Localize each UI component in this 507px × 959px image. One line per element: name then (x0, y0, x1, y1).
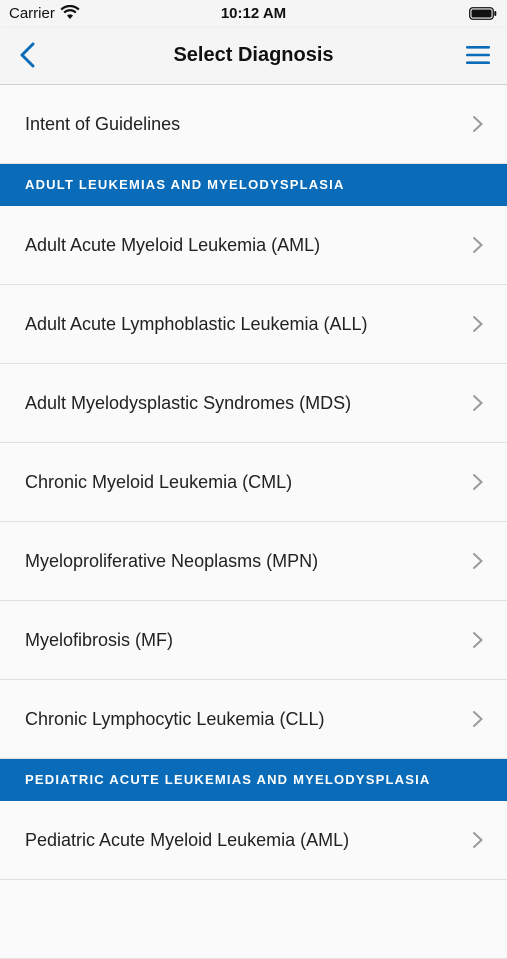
list-item[interactable]: Myelofibrosis (MF) (0, 601, 507, 680)
hamburger-menu-icon[interactable] (465, 43, 491, 67)
chevron-right-icon (473, 116, 483, 132)
chevron-right-icon (473, 711, 483, 727)
list-item-partial[interactable] (0, 880, 507, 959)
chevron-right-icon (473, 553, 483, 569)
list-item-label: Adult Myelodysplastic Syndromes (MDS) (25, 393, 352, 413)
chevron-right-icon (473, 316, 483, 332)
chevron-right-icon (473, 474, 483, 490)
chevron-right-icon (473, 237, 483, 253)
list-item-intent[interactable]: Intent of Guidelines (0, 85, 507, 164)
list-item[interactable]: Chronic Myeloid Leukemia (CML) (0, 443, 507, 522)
list-item[interactable]: Chronic Lymphocytic Leukemia (CLL) (0, 680, 507, 759)
page-title: Select Diagnosis (173, 44, 334, 66)
list-item-label: Myeloproliferative Neoplasms (MPN) (25, 551, 319, 571)
list-item[interactable]: Adult Acute Lymphoblastic Leukemia (ALL) (0, 285, 507, 364)
chevron-right-icon (473, 632, 483, 648)
list-item[interactable]: Adult Myelodysplastic Syndromes (MDS) (0, 364, 507, 443)
status-bar: Carrier 10:12 AM (0, 0, 507, 28)
list-item-label: Myelofibrosis (MF) (25, 630, 174, 650)
chevron-right-icon (473, 832, 483, 848)
list-item-label: Chronic Lymphocytic Leukemia (CLL) (25, 709, 325, 729)
list-item[interactable]: Pediatric Acute Myeloid Leukemia (AML) (0, 801, 507, 880)
list-item-label: Chronic Myeloid Leukemia (CML) (25, 472, 293, 492)
battery-icon (469, 7, 497, 20)
list-item[interactable]: Myeloproliferative Neoplasms (MPN) (0, 522, 507, 601)
diagnosis-list: Intent of Guidelines ADULT LEUKEMIAS AND… (0, 85, 507, 959)
list-item[interactable]: Adult Acute Myeloid Leukemia (AML) (0, 206, 507, 285)
section-header-adult: ADULT LEUKEMIAS AND MYELODYSPLASIA (0, 164, 507, 206)
chevron-right-icon (473, 395, 483, 411)
list-item-label: Adult Acute Myeloid Leukemia (AML) (25, 235, 321, 255)
section-header-pediatric: PEDIATRIC ACUTE LEUKEMIAS AND MYELODYSPL… (0, 759, 507, 801)
list-item-label: Pediatric Acute Myeloid Leukemia (AML) (25, 830, 350, 850)
list-item-label: Adult Acute Lymphoblastic Leukemia (ALL) (25, 314, 368, 334)
status-time: 10:12 AM (220, 5, 287, 22)
navigation-bar: Select Diagnosis (0, 28, 507, 85)
list-item-label: Intent of Guidelines (25, 114, 181, 134)
